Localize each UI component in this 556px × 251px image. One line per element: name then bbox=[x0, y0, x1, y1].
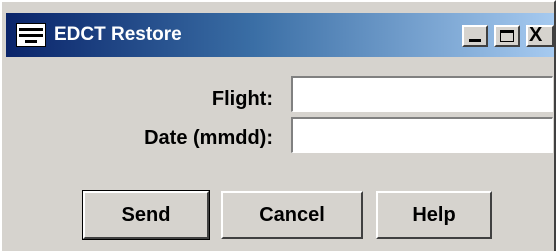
maximize-icon bbox=[500, 30, 514, 42]
window-menu-icon[interactable] bbox=[16, 23, 46, 47]
flight-input[interactable] bbox=[291, 76, 553, 112]
window-title: EDCT Restore bbox=[54, 24, 182, 45]
icon-bar bbox=[19, 34, 43, 37]
icon-bar bbox=[19, 28, 43, 31]
flight-label: Flight: bbox=[211, 88, 273, 110]
send-button[interactable]: Send bbox=[82, 190, 210, 240]
maximize-button[interactable] bbox=[494, 25, 520, 47]
close-button[interactable]: X bbox=[526, 25, 554, 47]
close-icon: X bbox=[529, 24, 543, 46]
date-label: Date (mmdd): bbox=[144, 127, 273, 149]
cancel-button[interactable]: Cancel bbox=[221, 191, 363, 239]
edct-restore-window: EDCT Restore X Flight: Date (mmdd): Send… bbox=[0, 0, 556, 251]
minimize-icon bbox=[469, 39, 481, 42]
minimize-button[interactable] bbox=[462, 25, 488, 47]
title-bar[interactable]: EDCT Restore X bbox=[6, 13, 554, 57]
help-button[interactable]: Help bbox=[376, 191, 492, 239]
icon-bar bbox=[25, 40, 37, 43]
date-input[interactable] bbox=[291, 117, 553, 153]
